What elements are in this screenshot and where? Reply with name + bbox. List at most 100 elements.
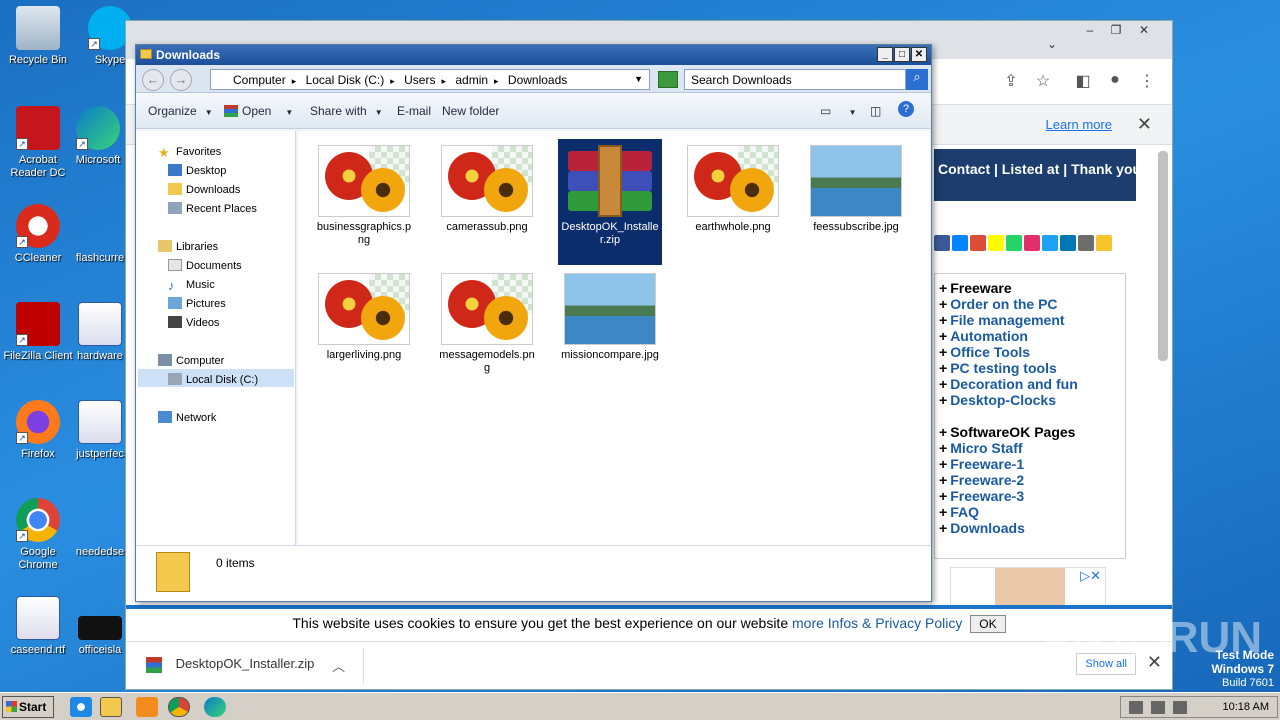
acrobat-icon: ↗	[16, 106, 60, 150]
nav-computer[interactable]: Computer	[158, 354, 224, 367]
nav-favorites[interactable]: ★ Favorites	[158, 145, 221, 160]
nav-music[interactable]: ♪ Music	[168, 278, 215, 293]
clock[interactable]: 10:18 AM	[1223, 701, 1269, 713]
ad-banner[interactable]: ▷✕	[950, 567, 1106, 607]
cookie-ok-button[interactable]: OK	[970, 615, 1006, 633]
chevron-up-icon[interactable]: ︿	[332, 656, 345, 675]
social-share-icon[interactable]	[952, 235, 968, 251]
explorer-taskbar-icon[interactable]	[100, 697, 122, 717]
menu-icon[interactable]: ⋮	[1136, 71, 1158, 93]
nav-documents[interactable]: Documents	[168, 259, 242, 272]
address-bar[interactable]: Computer ▸ Local Disk (C:) ▸ Users ▸ admin ▸…	[210, 69, 650, 90]
search-input[interactable]: Search Downloads	[684, 69, 906, 90]
social-share-icon[interactable]	[1042, 235, 1058, 251]
nav-pictures[interactable]: Pictures	[168, 297, 226, 310]
menu-item[interactable]: + SoftwareOK Pages	[939, 424, 1125, 440]
scrollbar[interactable]	[1158, 151, 1168, 361]
internet-explorer-icon[interactable]	[70, 697, 92, 717]
close-button[interactable]: ✕	[1130, 23, 1158, 41]
edge-taskbar-icon[interactable]	[204, 697, 226, 717]
social-share-icon[interactable]	[970, 235, 986, 251]
tab-search-icon[interactable]: ⌄	[1038, 37, 1066, 55]
profile-icon[interactable]: ●	[1104, 71, 1126, 93]
menu-item[interactable]: + Desktop-Clocks	[939, 392, 1125, 408]
privacy-policy-link[interactable]: more Infos & Privacy Policy	[792, 615, 962, 631]
menu-item[interactable]: + Freeware-3	[939, 488, 1125, 504]
bookmark-star-icon[interactable]: ☆	[1032, 71, 1054, 93]
file-item[interactable]: feessubscribe.jpg	[804, 139, 908, 238]
menu-item[interactable]: + Order on the PC	[939, 296, 1125, 312]
back-arrow-icon[interactable]: ←	[142, 69, 164, 91]
downloads-folder-icon	[168, 183, 182, 195]
close-icon[interactable]: ✕	[1137, 114, 1152, 135]
maximize-button[interactable]: □	[894, 47, 910, 62]
share-with-button[interactable]: Share with ▼	[310, 104, 383, 118]
minimize-button[interactable]: _	[877, 47, 893, 62]
refresh-icon[interactable]	[658, 71, 678, 88]
flag-tray-icon[interactable]	[1173, 701, 1187, 714]
menu-item[interactable]: + Freeware	[939, 280, 1125, 296]
file-item[interactable]: messagemodels.png	[435, 267, 539, 379]
preview-pane-icon[interactable]: ◫	[870, 104, 881, 118]
menu-item[interactable]: + Automation	[939, 328, 1125, 344]
menu-item[interactable]: + Downloads	[939, 520, 1125, 536]
share-icon[interactable]: ⇪	[1000, 71, 1022, 93]
breadcrumb-admin[interactable]: admin	[455, 73, 488, 87]
nav-recent-places[interactable]: Recent Places	[168, 202, 257, 215]
social-share-icon[interactable]	[1024, 235, 1040, 251]
ad-close-icon[interactable]: ▷✕	[1080, 568, 1101, 584]
help-icon[interactable]: ?	[898, 101, 914, 117]
social-share-icon[interactable]	[1078, 235, 1094, 251]
social-share-icon[interactable]	[934, 235, 950, 251]
menu-item[interactable]: + FAQ	[939, 504, 1125, 520]
email-button[interactable]: E-mail	[397, 104, 431, 118]
learn-more-link[interactable]: Learn more	[1046, 117, 1112, 132]
file-item[interactable]: largerliving.png	[312, 267, 416, 366]
file-item[interactable]: missioncompare.jpg	[558, 267, 662, 366]
file-item[interactable]: DesktopOK_Installer.zip	[558, 139, 662, 265]
nav-videos[interactable]: Videos	[168, 316, 219, 329]
menu-item[interactable]: + PC testing tools	[939, 360, 1125, 376]
search-icon[interactable]: ⌕	[906, 69, 928, 90]
menu-item[interactable]: + Freeware-1	[939, 456, 1125, 472]
nav-libraries[interactable]: Libraries	[158, 240, 218, 253]
volume-icon[interactable]	[1129, 701, 1143, 714]
menu-item[interactable]: + File management	[939, 312, 1125, 328]
organize-button[interactable]: Organize ▼	[148, 104, 213, 118]
breadcrumb-downloads[interactable]: Downloads	[508, 73, 567, 87]
chrome-taskbar-icon[interactable]	[168, 697, 190, 717]
start-button[interactable]: Start	[2, 696, 54, 718]
media-player-icon[interactable]	[136, 697, 158, 717]
nav-local-disk[interactable]: Local Disk (C:)	[168, 373, 258, 386]
file-item[interactable]: earthwhole.png	[681, 139, 785, 238]
open-button[interactable]: Open ▼	[224, 104, 293, 118]
social-share-icon[interactable]	[1060, 235, 1076, 251]
new-folder-button[interactable]: New folder	[442, 104, 499, 118]
menu-item[interactable]: + Office Tools	[939, 344, 1125, 360]
nav-downloads[interactable]: Downloads	[168, 183, 240, 196]
network-tray-icon[interactable]	[1151, 701, 1165, 714]
social-share-icon[interactable]	[1006, 235, 1022, 251]
nav-desktop[interactable]: Desktop	[168, 164, 226, 177]
side-panel-icon[interactable]: ◧	[1072, 71, 1094, 93]
social-share-icon[interactable]	[1096, 235, 1112, 251]
file-item[interactable]: camerassub.png	[435, 139, 539, 238]
breadcrumb-users[interactable]: Users	[404, 73, 435, 87]
address-dropdown-icon[interactable]: ▼	[634, 74, 643, 84]
download-item[interactable]: DesktopOK_Installer.zip	[146, 656, 314, 673]
desktop-icon-recycle-bin[interactable]: Recycle Bin	[0, 6, 76, 67]
nav-network[interactable]: Network	[158, 411, 216, 424]
breadcrumb-local-disk[interactable]: Local Disk (C:)	[306, 73, 385, 87]
menu-item[interactable]: + Freeware-2	[939, 472, 1125, 488]
menu-item[interactable]: + Decoration and fun	[939, 376, 1125, 392]
view-options-icon[interactable]: ▭ ▼	[820, 104, 857, 118]
site-nav[interactable]: Contact | Listed at | Thank you	[934, 149, 1136, 201]
close-button[interactable]: ✕	[911, 47, 927, 62]
menu-item[interactable]: + Micro Staff	[939, 440, 1125, 456]
breadcrumb-computer[interactable]: Computer	[233, 73, 286, 87]
social-share-icon[interactable]	[988, 235, 1004, 251]
restore-button[interactable]: ❐	[1102, 23, 1130, 41]
forward-arrow-icon[interactable]: →	[170, 69, 192, 91]
minimize-button[interactable]: –	[1076, 23, 1104, 41]
file-item[interactable]: businessgraphics.png	[312, 139, 416, 251]
